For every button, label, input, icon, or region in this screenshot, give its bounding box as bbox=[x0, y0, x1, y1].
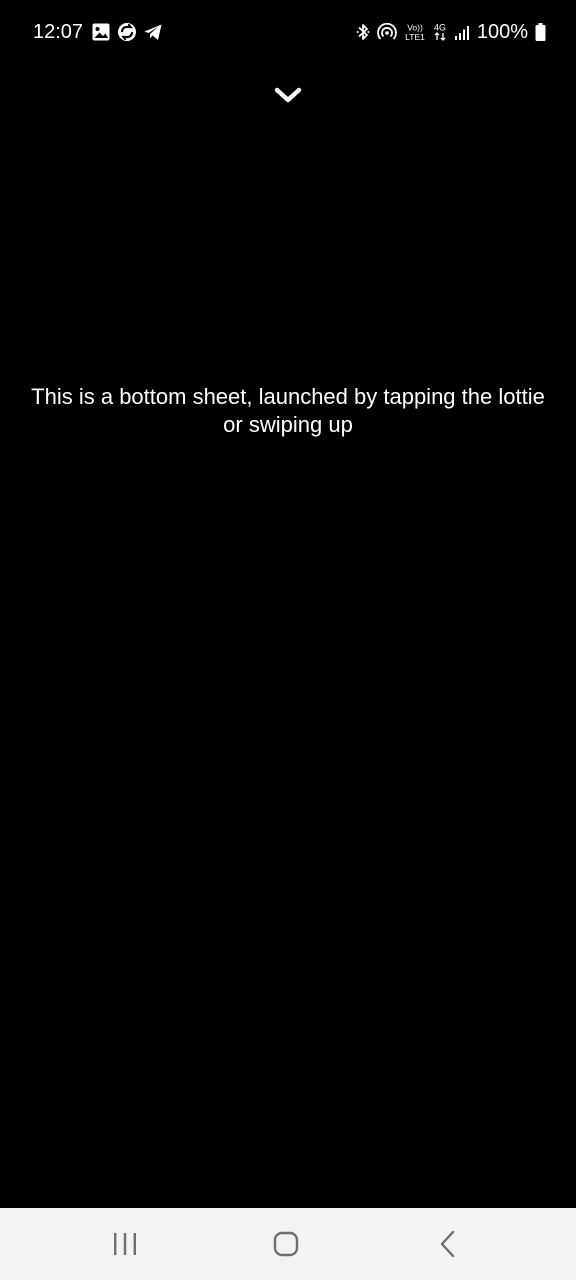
4g-icon: 4G bbox=[434, 23, 446, 41]
bluetooth-icon bbox=[356, 24, 370, 40]
status-time: 12:07 bbox=[33, 21, 84, 43]
home-button[interactable] bbox=[238, 1208, 334, 1280]
svg-text:LTE1: LTE1 bbox=[405, 32, 425, 42]
collapse-sheet-button[interactable] bbox=[270, 80, 306, 110]
status-bar: 12:07 Vo)) LTE1 4G 100% bbox=[0, 0, 576, 64]
sync-icon bbox=[118, 23, 136, 41]
volte-icon: Vo)) LTE1 bbox=[405, 23, 425, 43]
telegram-icon bbox=[144, 24, 162, 40]
recents-icon bbox=[114, 1233, 136, 1255]
back-button[interactable] bbox=[400, 1208, 496, 1280]
battery-percent: 100% bbox=[476, 21, 528, 43]
notification-icons bbox=[91, 22, 163, 42]
home-icon bbox=[273, 1231, 299, 1257]
back-icon bbox=[440, 1230, 455, 1258]
chevron-down-icon bbox=[274, 87, 302, 103]
system-status-icons: Vo)) LTE1 4G 100% bbox=[356, 19, 546, 45]
signal-icon bbox=[454, 26, 469, 40]
recents-button[interactable] bbox=[77, 1208, 173, 1280]
svg-text:Vo)): Vo)) bbox=[407, 23, 423, 33]
navigation-bar bbox=[0, 1208, 576, 1280]
gallery-icon bbox=[92, 23, 110, 41]
svg-text:4G: 4G bbox=[434, 23, 446, 33]
hotspot-icon bbox=[376, 22, 397, 40]
bottom-sheet-screen: 12:07 Vo)) LTE1 4G 100% This is a bottom… bbox=[0, 0, 576, 1280]
battery-icon bbox=[535, 23, 546, 41]
sheet-message: This is a bottom sheet, launched by tapp… bbox=[31, 384, 545, 437]
